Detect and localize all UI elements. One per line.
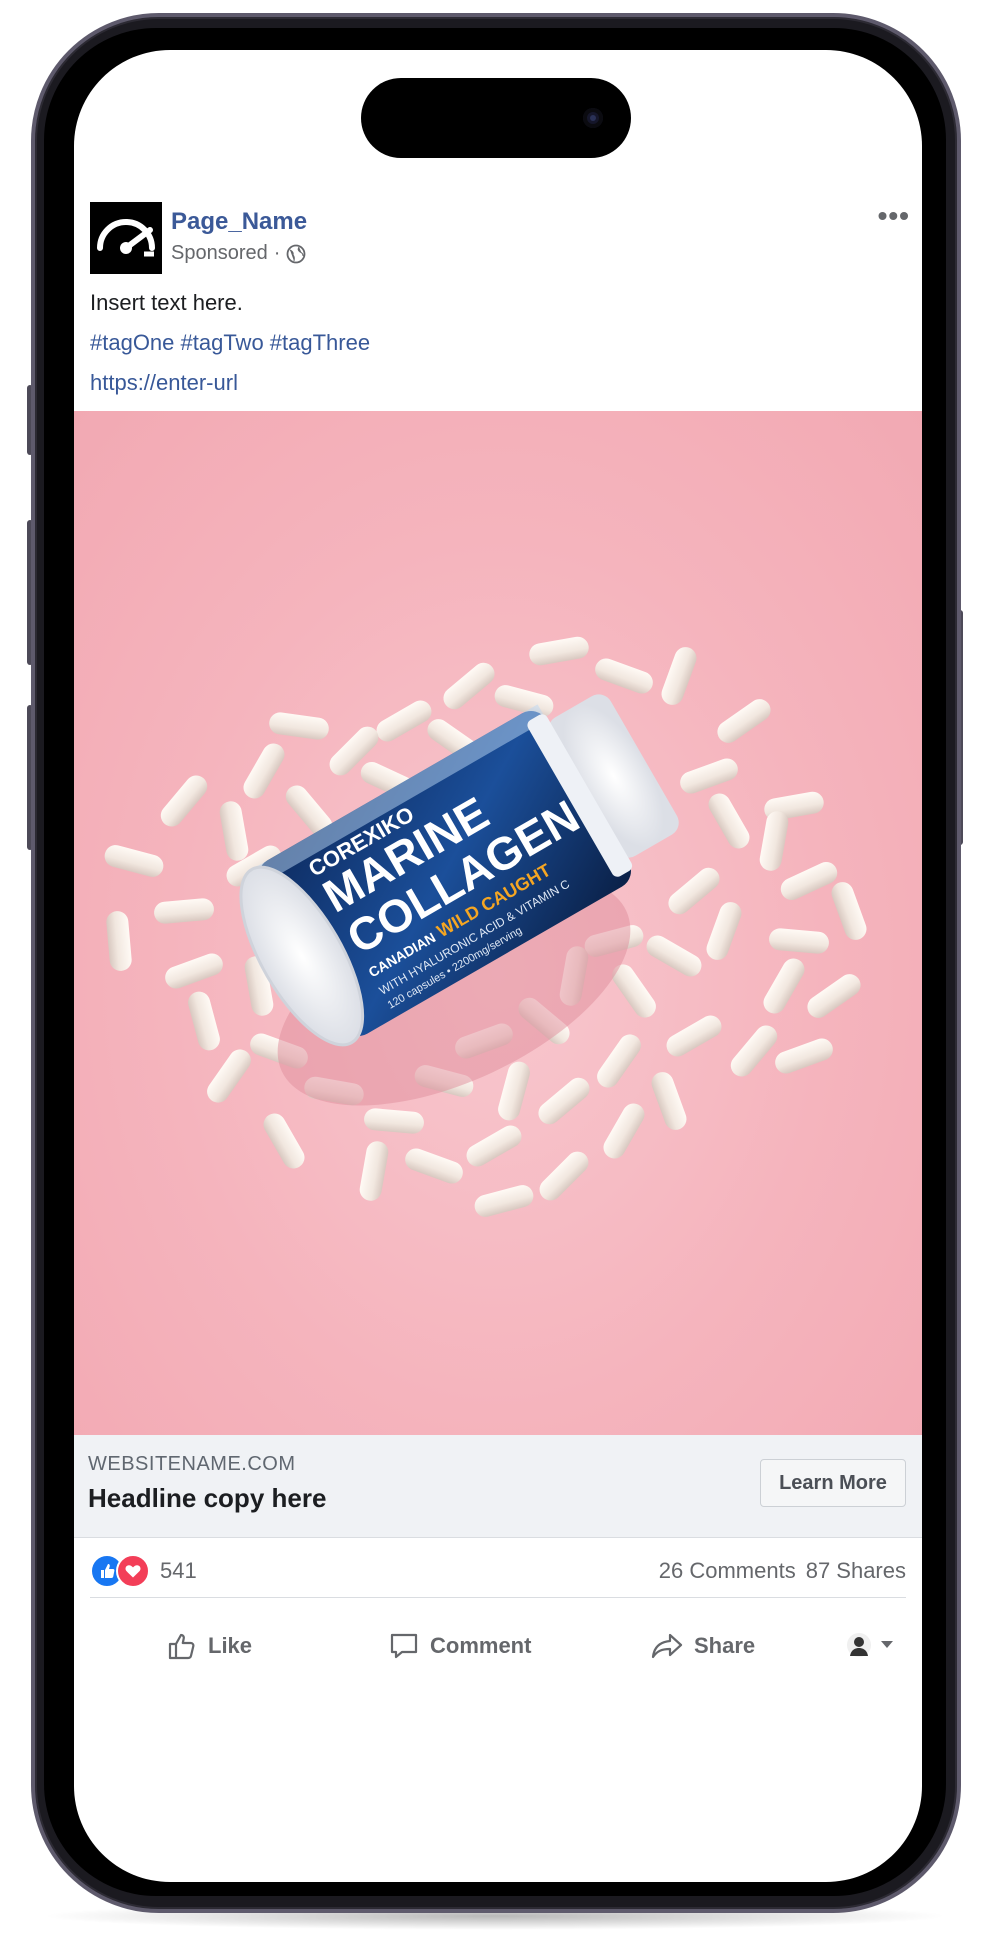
love-reaction-icon [116,1554,150,1588]
actions-divider [90,1597,906,1598]
share-label: Share [694,1633,756,1658]
ad-headline: Headline copy here [88,1483,327,1513]
sponsored-label: Sponsored [171,242,268,264]
globe-icon [287,244,306,263]
comment-label: Comment [430,1633,532,1658]
learn-more-button[interactable]: Learn More [760,1459,906,1507]
post-hashtags[interactable]: #tagOne #tagTwo #tagThree [90,330,370,356]
ad-image[interactable]: COREXIKO MARINE COLLAGEN CANADIAN WILD C… [74,411,922,1435]
caret-down-icon [881,1641,893,1648]
reactions-summary[interactable]: 541 [90,1554,197,1588]
front-camera [583,108,603,128]
sponsored-row: Sponsored · [171,242,306,265]
like-button[interactable]: Like [166,1630,252,1662]
reaction-count: 541 [160,1558,197,1583]
audience-selector[interactable] [846,1632,894,1658]
product-photo: COREXIKO MARINE COLLAGEN CANADIAN WILD C… [104,636,867,1217]
post-text: Insert text here. [90,290,243,315]
profile-avatar-icon [847,1633,871,1657]
site-name: WEBSITENAME.COM [88,1453,296,1475]
like-label: Like [208,1633,253,1658]
comment-icon [390,1633,418,1659]
thumbs-up-icon [168,1633,195,1660]
link-card[interactable]: WEBSITENAME.COM Headline copy here Learn… [74,1435,922,1538]
page-name[interactable]: Page_Name [171,208,307,236]
facebook-post: Page_Name Sponsored · ••• Insert text he… [74,50,922,1882]
comment-button[interactable]: Comment [388,1630,531,1662]
speedometer-logo-icon [97,219,155,257]
phone-screen: Page_Name Sponsored · ••• Insert text he… [74,50,922,1882]
dynamic-island [361,78,631,158]
separator-dot: · [273,242,281,264]
shares-count[interactable]: 87 Shares [806,1558,906,1584]
share-button[interactable]: Share [650,1630,755,1662]
page-avatar[interactable] [90,202,162,274]
more-icon[interactable]: ••• [878,200,910,232]
share-icon [651,1633,683,1659]
engagement-counts: 26 Comments 87 Shares [659,1558,906,1584]
post-url[interactable]: https://enter-url [90,370,238,396]
comments-count[interactable]: 26 Comments [659,1558,796,1584]
